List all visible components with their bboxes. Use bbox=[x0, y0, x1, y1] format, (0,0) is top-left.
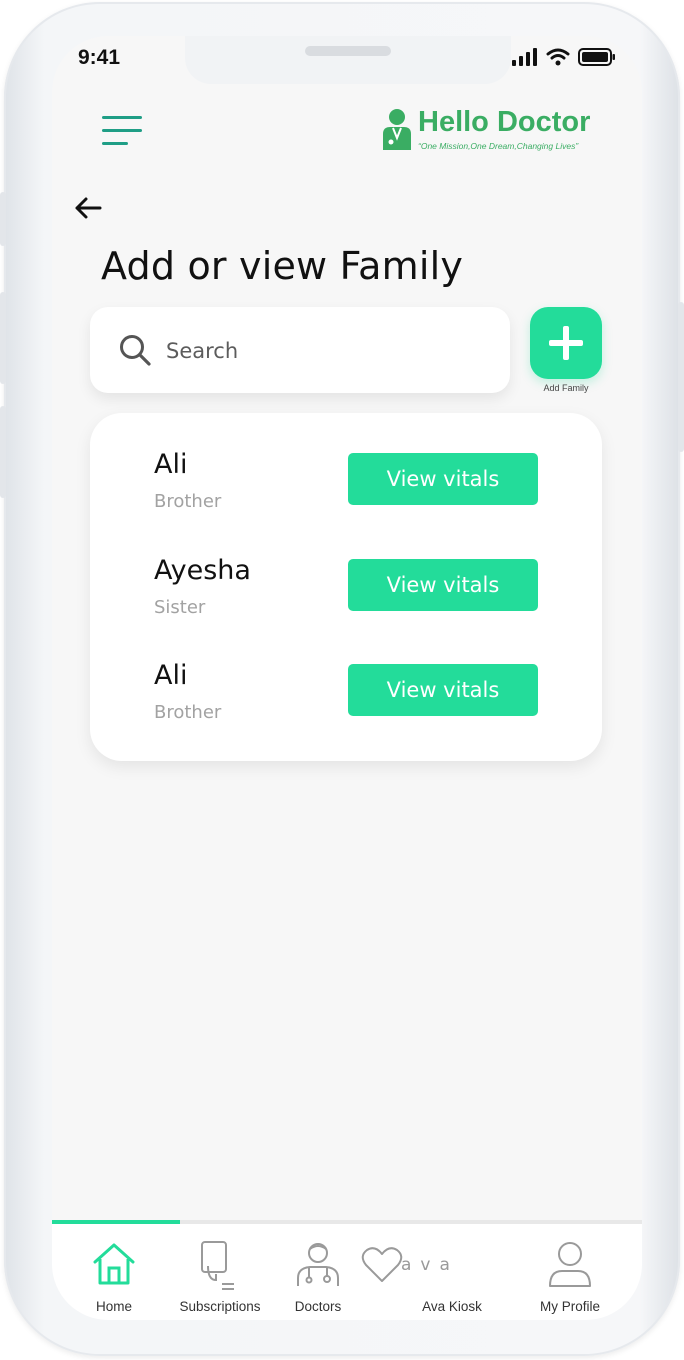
status-time: 9:41 bbox=[78, 46, 121, 69]
member-name: Ali bbox=[154, 660, 188, 691]
tab-my-profile[interactable]: My Profile bbox=[511, 1224, 629, 1320]
search-icon bbox=[120, 335, 151, 366]
logo-tagline: “One Mission,One Dream,Changing Lives” bbox=[418, 141, 579, 151]
phone-notch bbox=[185, 36, 511, 84]
menu-icon[interactable] bbox=[102, 116, 142, 146]
member-relation: Sister bbox=[154, 597, 206, 618]
logo-title: Hello Doctor bbox=[418, 106, 591, 138]
wifi-icon bbox=[546, 48, 570, 66]
search-input[interactable] bbox=[164, 333, 488, 369]
signal-icon bbox=[512, 48, 537, 66]
phone-volume-up bbox=[0, 292, 6, 384]
family-member-row: Ali Brother View vitals bbox=[154, 660, 574, 730]
family-list-card: Ali Brother View vitals Ayesha Sister Vi… bbox=[90, 413, 602, 761]
tab-label: Ava Kiosk bbox=[422, 1299, 482, 1314]
subscriptions-icon bbox=[201, 1241, 234, 1290]
bottom-tab-bar: Home Subscriptions Doctors ava Ava Kiosk… bbox=[52, 1220, 642, 1320]
user-icon bbox=[549, 1242, 591, 1287]
tab-home[interactable]: Home bbox=[55, 1224, 173, 1320]
hello-doctor-logo: Hello Doctor “One Mission,One Dream,Chan… bbox=[382, 106, 614, 156]
status-icons bbox=[512, 48, 616, 66]
tab-label: Home bbox=[95, 1299, 132, 1314]
view-vitals-button[interactable]: View vitals bbox=[348, 559, 538, 611]
menu-line bbox=[102, 116, 142, 119]
family-member-row: Ali Brother View vitals bbox=[154, 449, 574, 519]
app-screen: 9:41 Hello Doctor “One Mission,One Dream… bbox=[52, 36, 642, 1320]
phone-frame: 9:41 Hello Doctor “One Mission,One Dream… bbox=[0, 2, 684, 1356]
tab-label: Doctors bbox=[294, 1299, 342, 1314]
tab-label: My Profile bbox=[539, 1299, 600, 1314]
member-relation: Brother bbox=[154, 702, 222, 723]
doctor-logo-icon bbox=[383, 109, 411, 150]
view-vitals-button[interactable]: View vitals bbox=[348, 453, 538, 505]
member-name: Ali bbox=[154, 449, 188, 480]
battery-icon bbox=[578, 48, 615, 66]
heart-icon bbox=[361, 1247, 403, 1282]
family-member-row: Ayesha Sister View vitals bbox=[154, 555, 574, 625]
ava-wordmark: ava bbox=[401, 1255, 459, 1275]
phone-power-button bbox=[678, 302, 684, 452]
menu-line bbox=[102, 129, 142, 132]
page-title: Add or view Family bbox=[101, 244, 464, 288]
view-vitals-button[interactable]: View vitals bbox=[348, 664, 538, 716]
add-family-button[interactable] bbox=[530, 307, 602, 379]
menu-line bbox=[102, 142, 128, 145]
phone-volume-down bbox=[0, 406, 6, 498]
member-relation: Brother bbox=[154, 491, 222, 512]
speaker-grille bbox=[305, 46, 391, 56]
doctor-icon bbox=[297, 1243, 339, 1286]
phone-mute-switch bbox=[0, 192, 6, 246]
back-arrow-icon[interactable] bbox=[72, 192, 104, 224]
search-box[interactable] bbox=[90, 307, 510, 393]
home-icon bbox=[93, 1243, 135, 1285]
add-family-label: Add Family bbox=[543, 383, 589, 393]
member-name: Ayesha bbox=[154, 555, 251, 586]
tab-ava-kiosk[interactable]: ava Ava Kiosk bbox=[361, 1224, 511, 1320]
tab-doctors[interactable]: Doctors bbox=[259, 1224, 377, 1320]
